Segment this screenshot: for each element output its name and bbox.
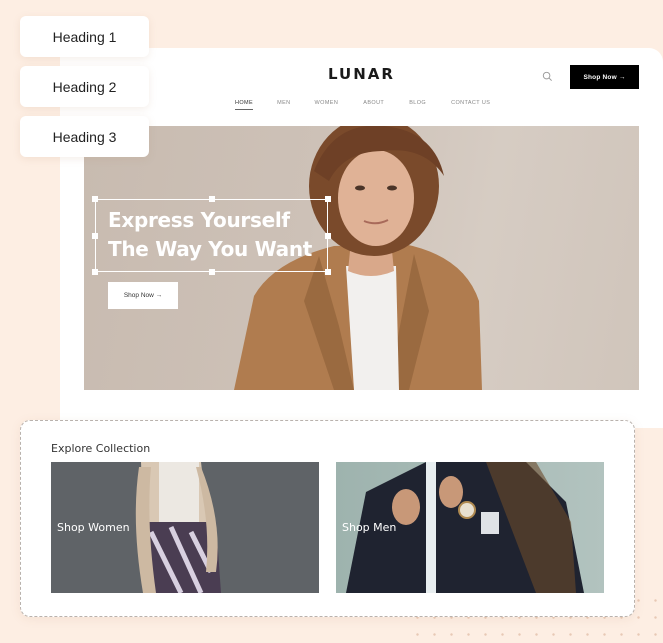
explore-collection-section: Explore Collection Shop Women Shop Men <box>20 420 635 617</box>
heading-3-option[interactable]: Heading 3 <box>20 116 149 157</box>
shop-women-label: Shop Women <box>57 521 130 534</box>
hero-heading[interactable]: Express Yourself The Way You Want <box>108 206 312 264</box>
shop-men-label: Shop Men <box>342 521 397 534</box>
nav-item-men[interactable]: MEN <box>277 100 290 110</box>
website-preview: LUNAR Shop Now → HOME MEN WOMEN ABOUT BL… <box>60 48 663 428</box>
nav-item-contact-us[interactable]: CONTACT US <box>451 100 490 110</box>
main-nav: HOME MEN WOMEN ABOUT BLOG CONTACT US <box>235 100 490 110</box>
resize-handle[interactable] <box>92 233 98 239</box>
heading-1-option[interactable]: Heading 1 <box>20 16 149 57</box>
nav-item-about[interactable]: ABOUT <box>363 100 384 110</box>
resize-handle[interactable] <box>325 196 331 202</box>
nav-item-home[interactable]: HOME <box>235 100 254 110</box>
search-icon[interactable] <box>542 71 553 82</box>
hero-heading-line-2: The Way You Want <box>108 237 313 261</box>
resize-handle[interactable] <box>92 196 98 202</box>
collection-title: Explore Collection <box>51 442 151 455</box>
resize-handle[interactable] <box>325 233 331 239</box>
nav-item-women[interactable]: WOMEN <box>315 100 339 110</box>
shop-men-card[interactable]: Shop Men <box>336 462 604 593</box>
shop-women-card[interactable]: Shop Women <box>51 462 319 593</box>
hero-heading-line-1: Express Yourself <box>108 208 290 232</box>
resize-handle[interactable] <box>209 196 215 202</box>
heading-2-option[interactable]: Heading 2 <box>20 66 149 107</box>
resize-handle[interactable] <box>209 269 215 275</box>
hero-shop-now-button[interactable]: Shop Now → <box>108 282 178 309</box>
hero-banner: Express Yourself The Way You Want Shop N… <box>84 126 639 390</box>
resize-handle[interactable] <box>325 269 331 275</box>
header-shop-now-button[interactable]: Shop Now → <box>570 65 639 89</box>
resize-handle[interactable] <box>92 269 98 275</box>
nav-item-blog[interactable]: BLOG <box>409 100 426 110</box>
